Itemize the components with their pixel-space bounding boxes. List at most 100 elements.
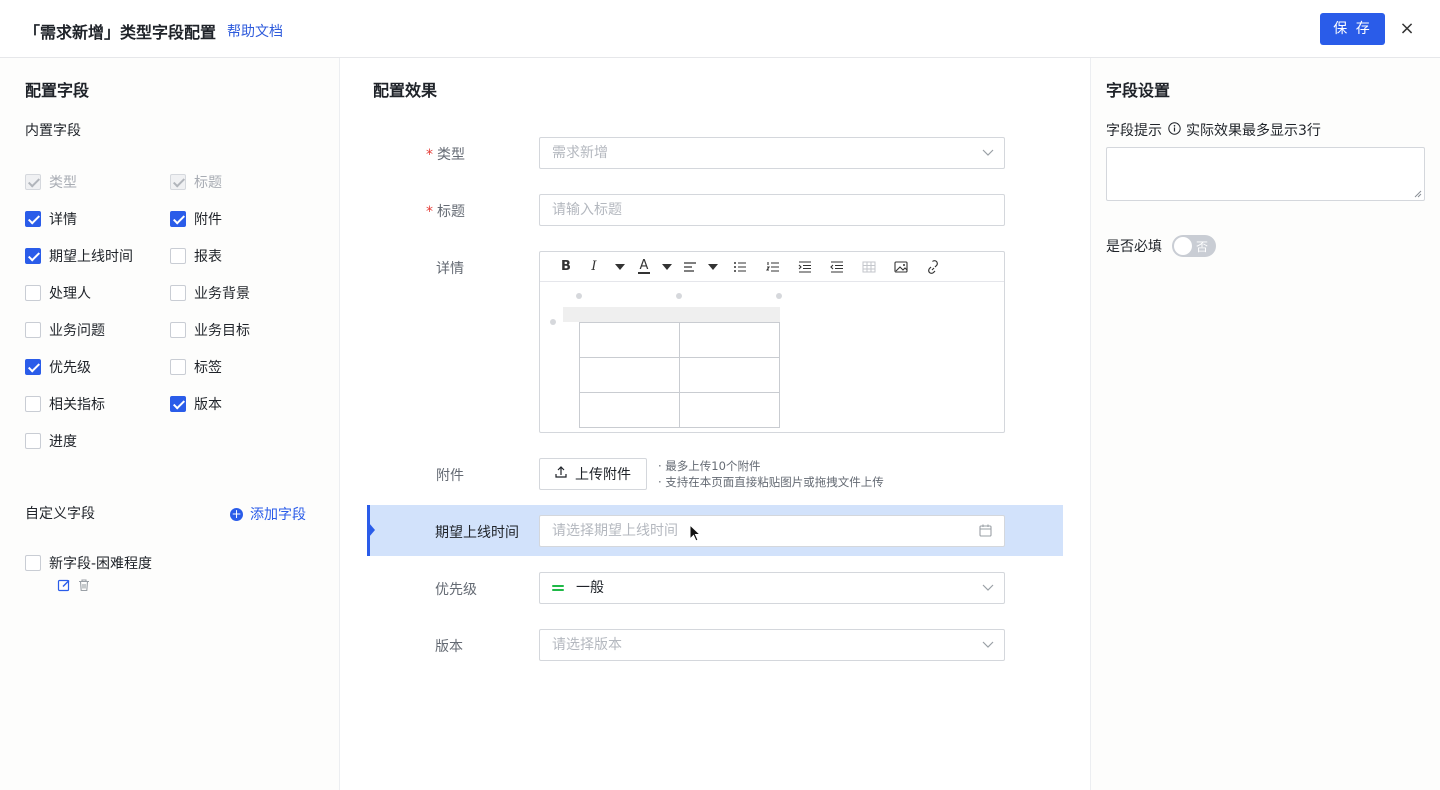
checkbox[interactable] xyxy=(25,359,41,375)
builtin-field-item[interactable]: 详情 xyxy=(25,209,77,229)
launch-time-label: 期望上线时间 xyxy=(435,525,519,541)
italic-dropdown-icon[interactable] xyxy=(614,257,626,277)
detail-label: 详情 xyxy=(436,261,464,277)
delete-icon[interactable] xyxy=(77,578,91,592)
align-icon[interactable] xyxy=(672,257,708,277)
table-icon[interactable] xyxy=(848,257,890,277)
checkbox[interactable] xyxy=(25,211,41,227)
toggle-knob xyxy=(1174,237,1192,255)
rich-text-editor[interactable]: B I A xyxy=(539,251,1005,433)
builtin-field-item[interactable]: 报表 xyxy=(170,246,222,266)
field-settings-panel: 字段设置 字段提示 实际效果最多显示3行 是否必填 否 xyxy=(1091,58,1440,790)
builtin-field-label: 业务背景 xyxy=(194,286,250,302)
type-select[interactable]: 需求新增 xyxy=(539,137,1005,169)
builtin-field-item[interactable]: 附件 xyxy=(170,209,222,229)
calendar-icon xyxy=(979,516,992,557)
builtin-field-item[interactable]: 相关指标 xyxy=(25,394,105,414)
plus-circle-icon: + xyxy=(230,506,243,521)
launch-time-picker[interactable]: 请选择期望上线时间 xyxy=(539,515,1005,547)
builtin-field-item[interactable]: 版本 xyxy=(170,394,222,414)
upload-icon xyxy=(555,466,567,482)
info-icon xyxy=(1168,121,1181,139)
page-title: 「需求新增」类型字段配置 xyxy=(24,23,217,42)
mouse-cursor-icon xyxy=(689,524,702,542)
checkbox[interactable] xyxy=(25,285,41,301)
builtin-field-label: 业务问题 xyxy=(49,323,105,339)
checkbox[interactable] xyxy=(25,555,41,571)
checkbox[interactable] xyxy=(170,359,186,375)
builtin-field-item[interactable]: 处理人 xyxy=(25,283,91,303)
builtin-field-label: 业务目标 xyxy=(194,323,250,339)
upload-attachment-button[interactable]: 上传附件 xyxy=(539,458,647,490)
font-color-dropdown-icon[interactable] xyxy=(662,257,672,277)
required-label: 是否必填 xyxy=(1106,239,1162,255)
bullet-list-icon[interactable] xyxy=(718,257,762,277)
builtin-field-item[interactable]: 期望上线时间 xyxy=(25,246,133,266)
field-hint-textarea[interactable] xyxy=(1106,147,1425,201)
ordered-list-icon[interactable] xyxy=(762,257,784,277)
title-label: * 标题 xyxy=(426,204,465,220)
field-settings-title: 字段设置 xyxy=(1106,81,1171,100)
help-doc-link[interactable]: 帮助文档 xyxy=(227,21,283,41)
custom-fields-title: 自定义字段 xyxy=(25,506,95,522)
dialog-header: 「需求新增」类型字段配置 帮助文档 保 存 × xyxy=(0,0,1440,58)
builtin-field-item[interactable]: 业务问题 xyxy=(25,320,105,340)
checkbox[interactable] xyxy=(25,322,41,338)
builtin-field-label: 相关指标 xyxy=(49,397,105,413)
builtin-field-label: 标题 xyxy=(194,175,222,191)
chevron-down-icon xyxy=(982,138,994,179)
indent-icon[interactable] xyxy=(784,257,826,277)
resize-handle-icon[interactable] xyxy=(1414,190,1422,198)
add-field-button[interactable]: + 添加字段 xyxy=(230,504,306,524)
priority-select[interactable]: 一般 xyxy=(539,572,1005,604)
align-dropdown-icon[interactable] xyxy=(708,257,718,277)
selection-arrow-icon xyxy=(369,523,375,537)
close-icon[interactable]: × xyxy=(1398,18,1416,40)
builtin-field-item[interactable]: 业务目标 xyxy=(170,320,250,340)
font-color-icon[interactable]: A xyxy=(626,257,662,277)
builtin-fields-title: 内置字段 xyxy=(25,123,81,139)
title-input[interactable]: 请输入标题 xyxy=(539,194,1005,226)
checkbox[interactable] xyxy=(25,248,41,264)
checkbox[interactable] xyxy=(170,248,186,264)
bold-icon[interactable]: B xyxy=(558,257,574,277)
checkbox xyxy=(170,174,186,190)
outdent-icon[interactable] xyxy=(826,257,848,277)
priority-label: 优先级 xyxy=(435,582,477,598)
builtin-field-item: 类型 xyxy=(25,172,77,192)
checkbox[interactable] xyxy=(170,322,186,338)
priority-normal-icon xyxy=(552,583,564,593)
builtin-field-label: 优先级 xyxy=(49,360,91,376)
editor-table[interactable] xyxy=(540,282,1006,432)
image-icon[interactable] xyxy=(890,257,912,277)
version-select[interactable]: 请选择版本 xyxy=(539,629,1005,661)
edit-icon[interactable] xyxy=(57,578,71,592)
checkbox[interactable] xyxy=(170,285,186,301)
version-label: 版本 xyxy=(435,639,463,655)
chevron-down-icon xyxy=(982,573,994,614)
checkbox xyxy=(25,174,41,190)
checkbox[interactable] xyxy=(170,396,186,412)
field-hint-note: 实际效果最多显示3行 xyxy=(1186,123,1321,139)
checkbox[interactable] xyxy=(170,211,186,227)
custom-field-actions xyxy=(57,578,91,592)
link-icon[interactable] xyxy=(912,257,954,277)
attachment-label: 附件 xyxy=(436,468,464,484)
checkbox[interactable] xyxy=(25,396,41,412)
builtin-field-item[interactable]: 进度 xyxy=(25,431,77,451)
builtin-field-item[interactable]: 优先级 xyxy=(25,357,91,377)
required-toggle[interactable]: 否 xyxy=(1172,235,1216,257)
italic-icon[interactable]: I xyxy=(574,257,614,277)
chevron-down-icon xyxy=(982,630,994,671)
builtin-field-label: 报表 xyxy=(194,249,222,265)
save-button[interactable]: 保 存 xyxy=(1320,13,1385,45)
builtin-field-label: 详情 xyxy=(49,212,77,228)
custom-field-item[interactable]: 新字段-困难程度 xyxy=(25,553,152,573)
builtin-field-item[interactable]: 业务背景 xyxy=(170,283,250,303)
preview-title: 配置效果 xyxy=(373,81,438,100)
field-hint-row: 字段提示 实际效果最多显示3行 xyxy=(1106,120,1321,140)
builtin-field-item[interactable]: 标签 xyxy=(170,357,222,377)
builtin-field-label: 进度 xyxy=(49,434,77,450)
checkbox[interactable] xyxy=(25,433,41,449)
preview-panel: 配置效果 * 类型 需求新增 * 标题 请输入标题 详情 B I A 附件 上传… xyxy=(340,58,1091,790)
